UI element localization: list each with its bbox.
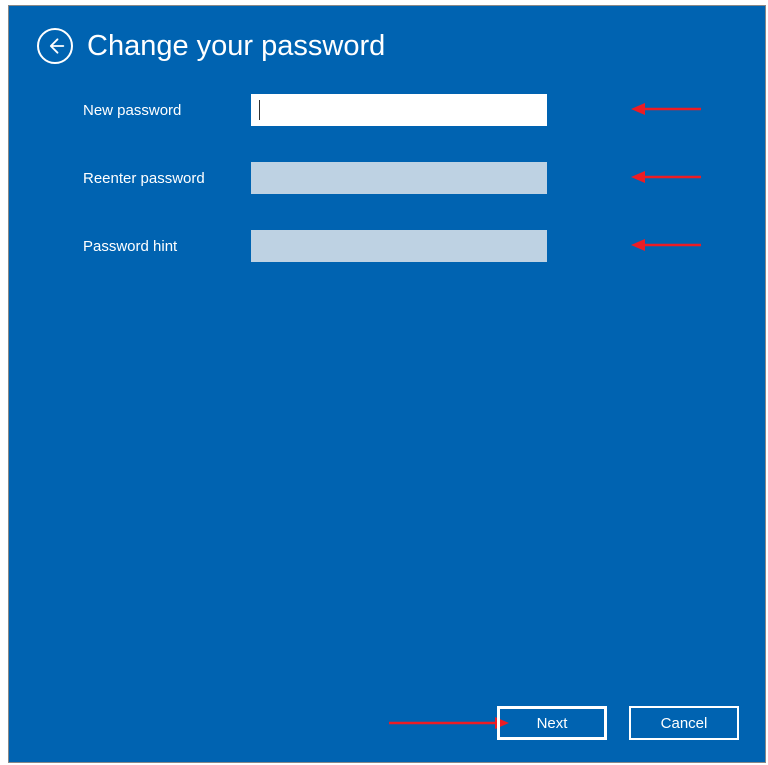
change-password-window: Change your password New password Reente… [8,5,766,763]
next-button[interactable]: Next [497,706,607,740]
form-area: New password Reenter password [9,74,765,262]
password-hint-input[interactable] [251,230,547,262]
password-hint-label: Password hint [83,238,251,255]
footer: Next Cancel [497,706,739,740]
text-caret [259,100,260,120]
reenter-password-input[interactable] [251,162,547,194]
reenter-password-label: Reenter password [83,170,251,187]
password-hint-row: Password hint [83,230,765,262]
new-password-row: New password [83,94,765,126]
arrow-left-icon [45,36,65,56]
header: Change your password [9,6,765,74]
new-password-input[interactable] [251,94,547,126]
annotation-arrow-icon [631,100,701,118]
new-password-label: New password [83,102,251,119]
annotation-arrow-icon [631,236,701,254]
annotation-arrow-icon [389,714,509,732]
back-button[interactable] [37,28,73,64]
cancel-button[interactable]: Cancel [629,706,739,740]
annotation-arrow-icon [631,168,701,186]
page-title: Change your password [87,30,385,63]
reenter-password-row: Reenter password [83,162,765,194]
